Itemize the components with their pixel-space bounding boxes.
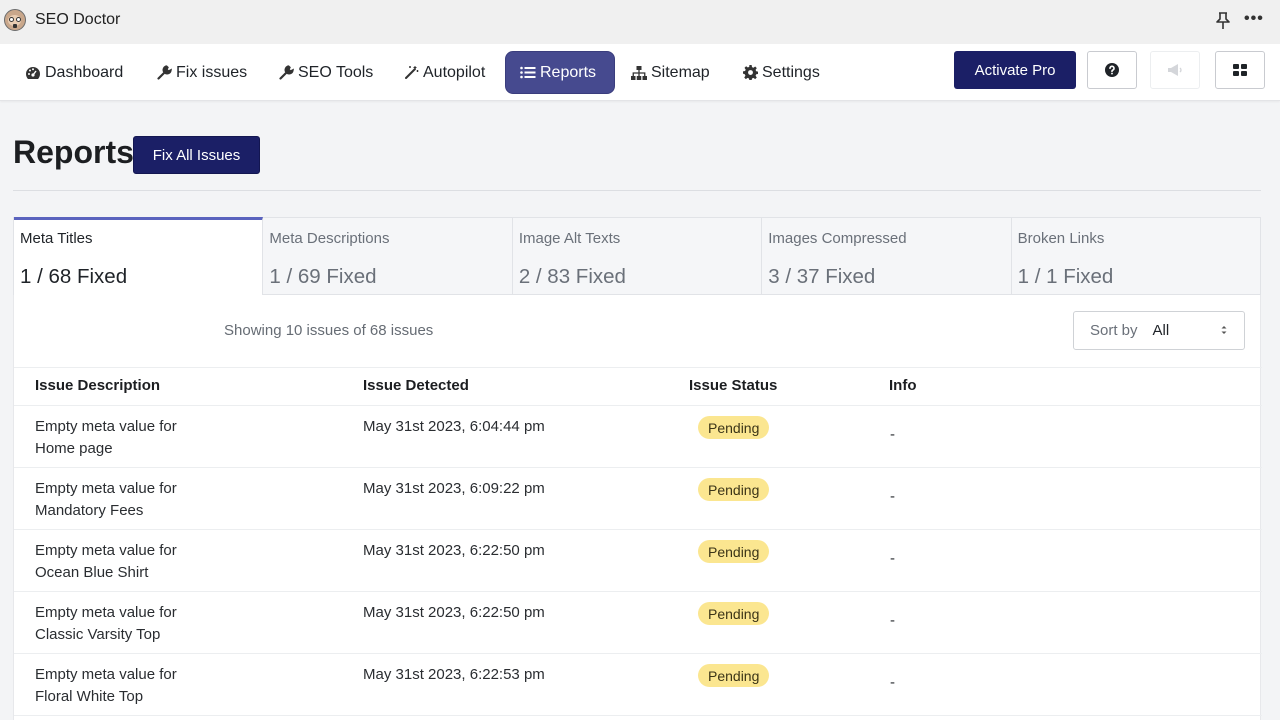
issue-info: - <box>890 612 895 629</box>
app-logo-icon <box>4 9 26 31</box>
apps-grid-button[interactable] <box>1215 51 1265 89</box>
help-button[interactable] <box>1087 51 1137 89</box>
nav-fix-issues[interactable]: Fix issues <box>143 51 261 94</box>
issue-detected-date: May 31st 2023, 6:22:53 pm <box>363 666 545 683</box>
tab-value: 2 / 83 Fixed <box>518 265 626 288</box>
issue-info: - <box>890 550 895 567</box>
nav-label: Fix issues <box>176 63 248 81</box>
nav-label: SEO Tools <box>298 63 374 81</box>
nav-sitemap[interactable]: Sitemap <box>617 51 724 94</box>
issue-detected-date: May 31st 2023, 6:22:50 pm <box>363 604 545 621</box>
wrench-icon <box>157 65 172 80</box>
more-options-icon[interactable]: ••• <box>1244 10 1264 28</box>
nav-label: Reports <box>540 63 597 81</box>
column-header-info[interactable]: Info <box>889 377 917 394</box>
select-caret-icon <box>1221 326 1227 334</box>
fix-all-issues-button[interactable]: Fix All Issues <box>133 136 260 174</box>
activate-pro-button[interactable]: Activate Pro <box>954 51 1076 89</box>
issue-detected-date: May 31st 2023, 6:04:44 pm <box>363 418 545 435</box>
dashboard-icon <box>26 66 40 79</box>
nav-reports[interactable]: Reports <box>505 51 615 94</box>
tab-label: Meta Titles <box>20 230 93 247</box>
status-badge: Pending <box>698 416 770 439</box>
magic-wand-icon <box>405 66 419 79</box>
app-title: SEO Doctor <box>35 11 121 28</box>
gear-icon <box>743 65 758 80</box>
divider <box>13 190 1261 191</box>
tab-value: 1 / 68 Fixed <box>20 265 128 288</box>
tab-label: Broken Links <box>1017 230 1105 247</box>
nav-label: Sitemap <box>651 63 710 81</box>
column-header-detected[interactable]: Issue Detected <box>363 377 469 394</box>
nav-label: Autopilot <box>423 63 486 81</box>
nav-seo-tools[interactable]: SEO Tools <box>265 51 387 94</box>
issue-info: - <box>890 426 895 443</box>
tab-value: 1 / 1 Fixed <box>1017 265 1114 288</box>
wrench-icon <box>279 65 294 80</box>
tab-meta-titles[interactable]: Meta Titles 1 / 68 Fixed <box>14 217 264 296</box>
issue-detected-date: May 31st 2023, 6:09:22 pm <box>363 480 545 497</box>
tab-label: Images Compressed <box>768 230 907 247</box>
issue-description: Empty meta value for Classic Varsity Top <box>35 604 177 643</box>
pin-icon[interactable] <box>1214 11 1232 31</box>
table-row[interactable]: Empty meta value for Floral White Top May… <box>14 654 1262 716</box>
table-row[interactable]: Empty meta value for Home page May 31st 2… <box>14 406 1262 468</box>
question-circle-icon <box>1105 63 1119 77</box>
announcements-button[interactable] <box>1150 51 1200 89</box>
issue-description: Empty meta value for Mandatory Fees <box>35 480 177 519</box>
nav-settings[interactable]: Settings <box>729 51 834 94</box>
sort-value: All <box>1152 322 1170 339</box>
issue-detected-date: May 31st 2023, 6:22:50 pm <box>363 542 545 559</box>
megaphone-icon <box>1168 64 1182 76</box>
tab-label: Meta Descriptions <box>269 230 390 247</box>
grid-icon <box>1233 64 1247 76</box>
tab-image-alt-texts[interactable]: Image Alt Texts 2 / 83 Fixed <box>512 218 763 294</box>
status-badge: Pending <box>698 602 770 625</box>
issue-description: Empty meta value for Home page <box>35 418 177 457</box>
issue-info: - <box>890 488 895 505</box>
table-row[interactable]: Empty meta value for Ocean Blue Shirt May… <box>14 530 1262 592</box>
list-icon <box>520 66 536 79</box>
tab-images-compressed[interactable]: Images Compressed 3 / 37 Fixed <box>762 218 1012 294</box>
status-badge: Pending <box>698 664 770 687</box>
title-bar: SEO Doctor ••• <box>0 0 1280 44</box>
tab-broken-links[interactable]: Broken Links 1 / 1 Fixed <box>1011 218 1261 294</box>
issue-description: Empty meta value for Ocean Blue Shirt <box>35 542 177 581</box>
status-badge: Pending <box>698 478 770 501</box>
tab-value: 1 / 69 Fixed <box>269 265 377 288</box>
table-header: Issue Description Issue Detected Issue S… <box>14 367 1262 406</box>
column-header-description[interactable]: Issue Description <box>35 377 160 394</box>
issues-card: Showing 10 issues of 68 issues Sort by A… <box>13 295 1262 720</box>
table-row[interactable]: Empty meta value for Classic Varsity Top … <box>14 592 1262 654</box>
tab-meta-descriptions[interactable]: Meta Descriptions 1 / 69 Fixed <box>263 218 513 294</box>
column-header-status[interactable]: Issue Status <box>689 377 777 394</box>
tab-value: 3 / 37 Fixed <box>768 265 876 288</box>
nav-label: Settings <box>762 63 820 81</box>
issue-info: - <box>890 674 895 691</box>
tab-label: Image Alt Texts <box>518 230 621 247</box>
nav-dashboard[interactable]: Dashboard <box>11 51 137 94</box>
nav-autopilot[interactable]: Autopilot <box>390 51 499 94</box>
nav-label: Dashboard <box>45 63 124 81</box>
status-badge: Pending <box>698 540 770 563</box>
issue-description: Empty meta value for Floral White Top <box>35 666 177 705</box>
sitemap-icon <box>631 65 647 80</box>
sort-by-select[interactable]: Sort by All <box>1073 311 1245 350</box>
report-tabs: Meta Titles 1 / 68 Fixed Meta Descriptio… <box>13 217 1261 296</box>
sort-label: Sort by <box>1090 322 1138 339</box>
showing-count-text: Showing 10 issues of 68 issues <box>224 322 434 339</box>
page-title: Reports <box>13 134 134 170</box>
table-row[interactable]: Empty meta value for Mandatory Fees May 3… <box>14 468 1262 530</box>
